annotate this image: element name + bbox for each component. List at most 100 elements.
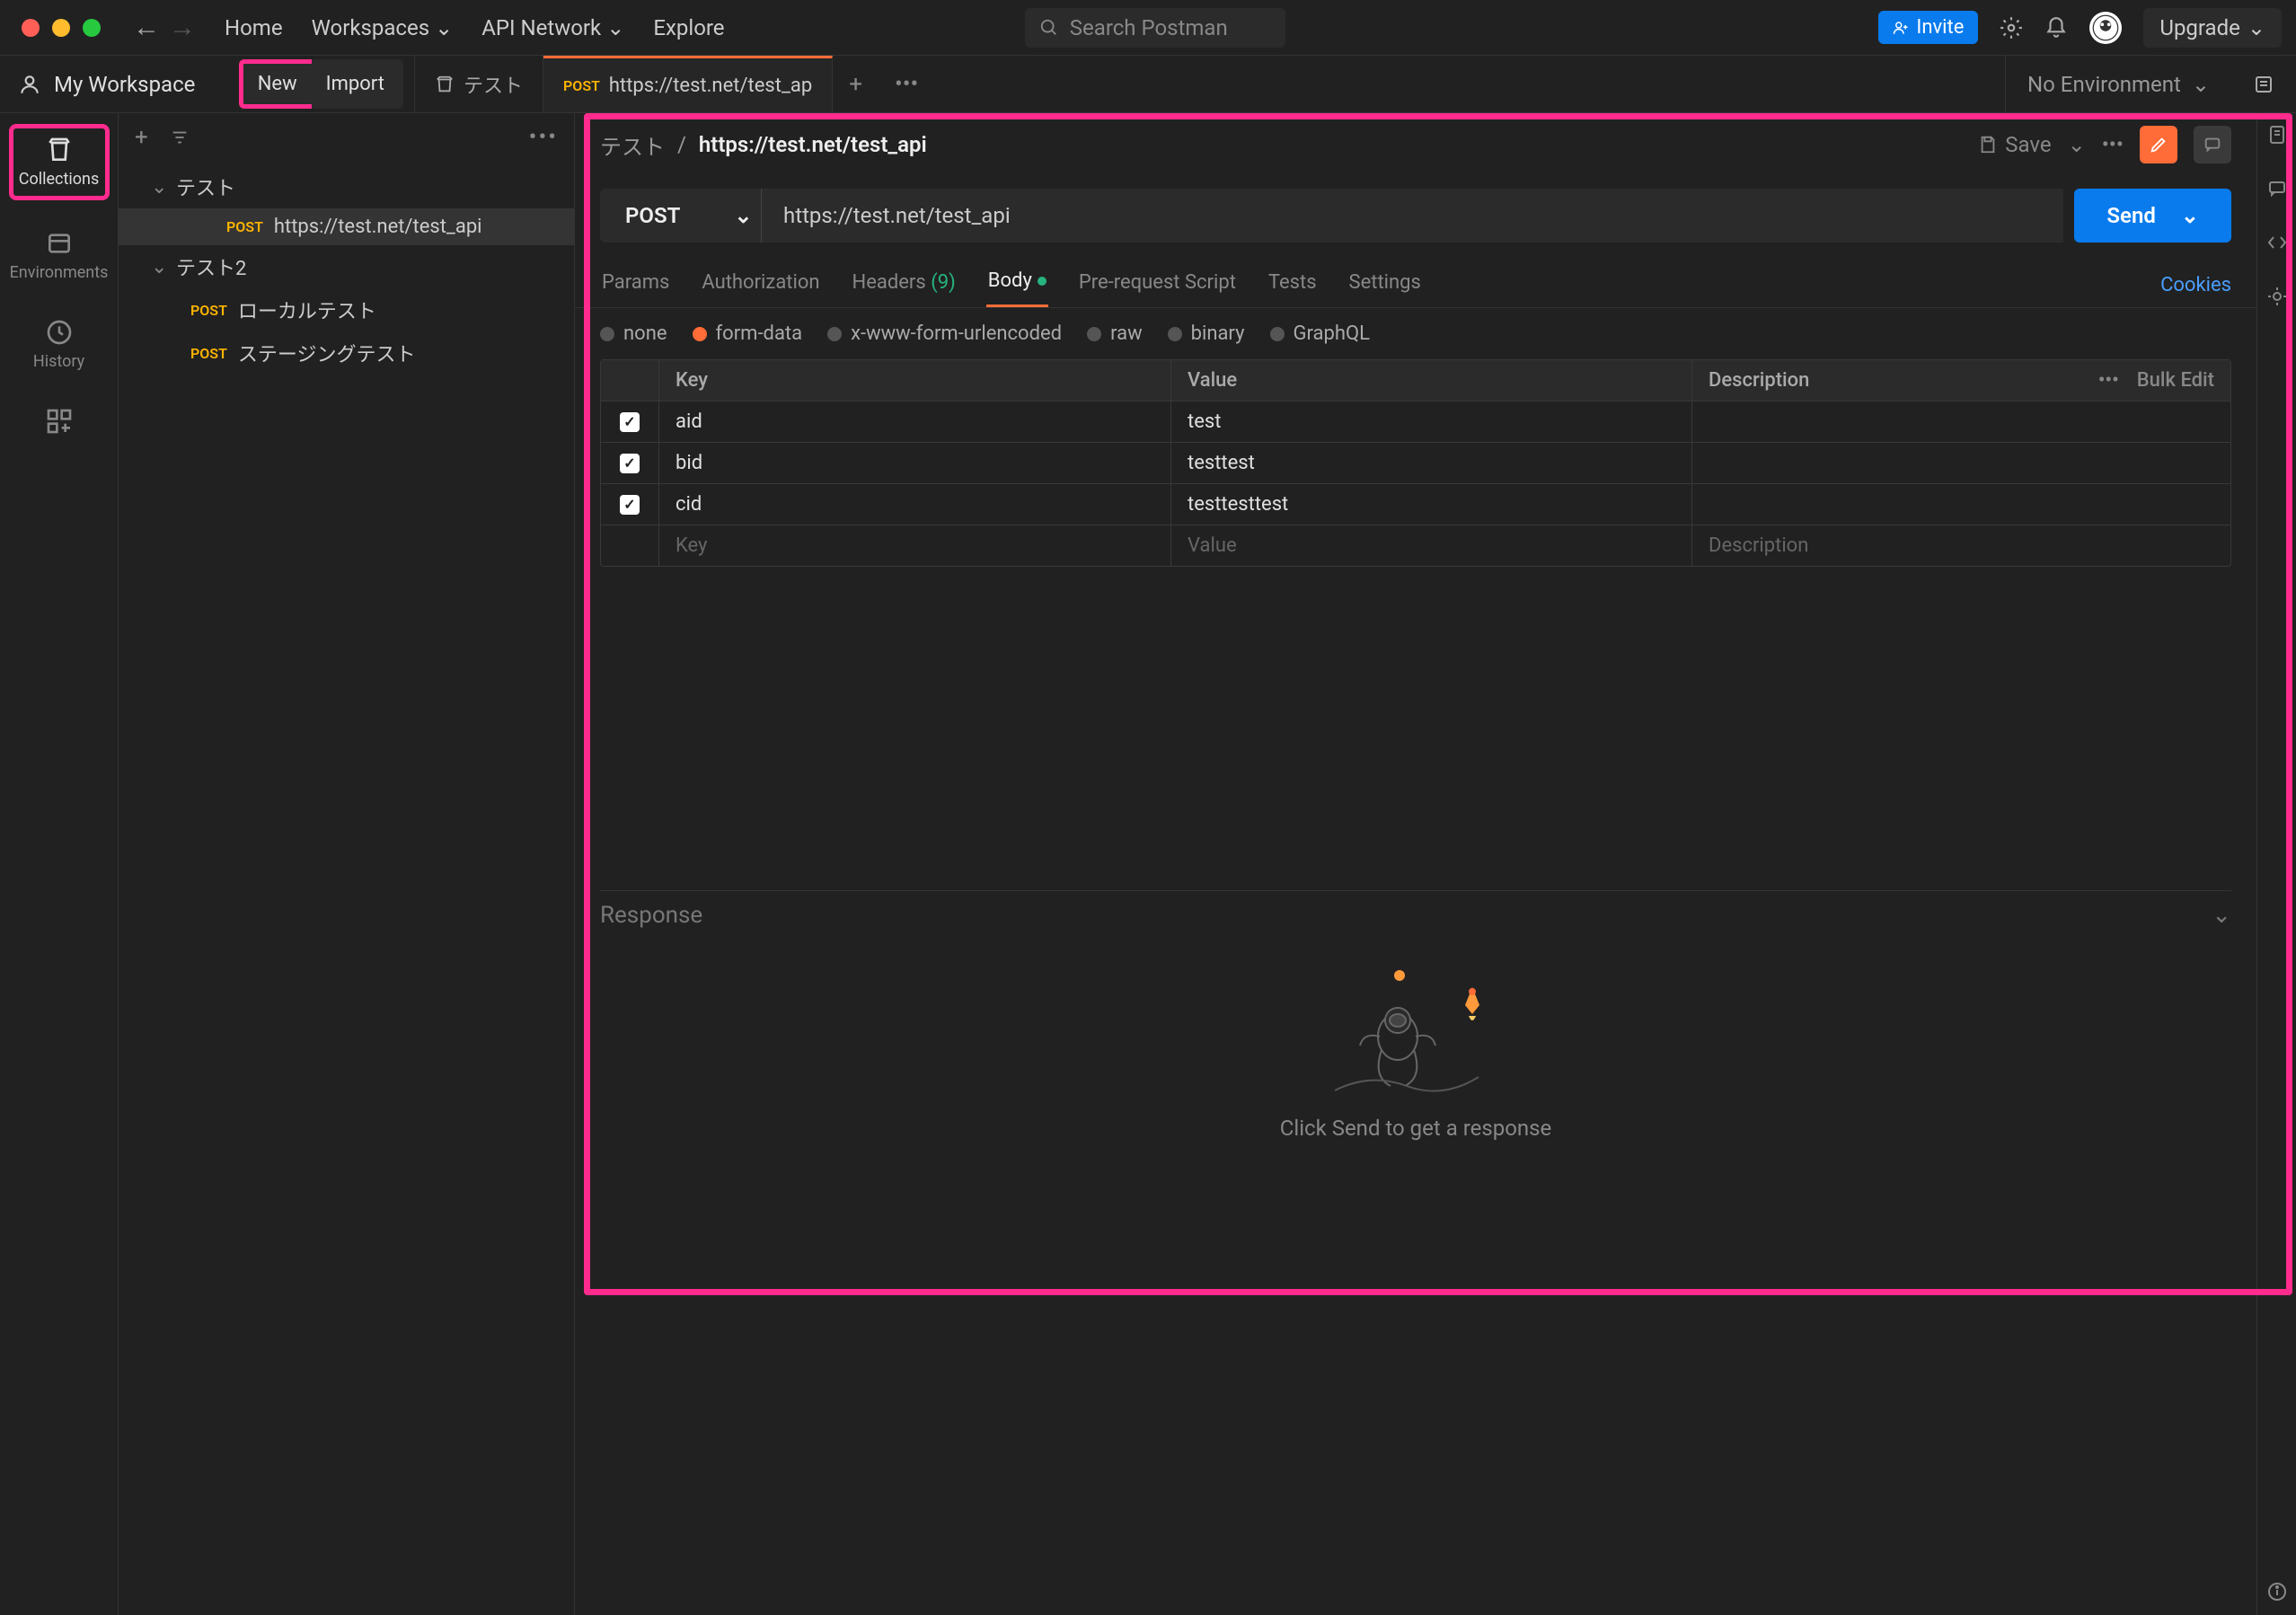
bodytype-raw[interactable]: raw xyxy=(1087,322,1143,345)
rail-environments[interactable]: Environments xyxy=(9,222,110,289)
nav-back-icon[interactable]: ← xyxy=(133,12,160,43)
docs-icon[interactable] xyxy=(2266,124,2288,146)
chevron-down-icon[interactable]: ⌄ xyxy=(2212,902,2231,929)
send-button[interactable]: Send ⌄ xyxy=(2074,189,2231,243)
rail-label: Collections xyxy=(19,170,99,189)
tab-request[interactable]: POST https://test.net/test_ap xyxy=(543,56,833,112)
breadcrumb-sep: / xyxy=(677,132,686,157)
more-actions-icon[interactable]: ••• xyxy=(2102,132,2124,157)
user-avatar[interactable] xyxy=(2089,12,2122,44)
sidebar-more-icon[interactable]: ••• xyxy=(529,124,558,151)
env-quicklook-icon[interactable] xyxy=(2253,74,2274,95)
import-button[interactable]: Import xyxy=(312,59,403,109)
table-row-new: Key Value Description xyxy=(601,525,2230,566)
info-icon[interactable] xyxy=(2266,1581,2288,1602)
cell-key-placeholder[interactable]: Key xyxy=(658,525,1170,566)
invite-button[interactable]: Invite xyxy=(1878,11,1978,44)
tab-headers[interactable]: Headers (9) xyxy=(851,264,958,306)
cell-value[interactable]: testtest xyxy=(1170,443,1691,483)
add-icon[interactable]: + xyxy=(135,124,148,151)
cookies-link[interactable]: Cookies xyxy=(2160,274,2231,296)
rail-label: Environments xyxy=(10,263,109,282)
cell-key[interactable]: aid xyxy=(658,402,1170,442)
breadcrumb-current: https://test.net/test_api xyxy=(699,132,927,157)
new-button[interactable]: New xyxy=(239,59,312,109)
bodytype-graphql[interactable]: GraphQL xyxy=(1270,322,1370,345)
save-button[interactable]: Save xyxy=(1978,132,2051,157)
code-icon[interactable] xyxy=(2266,232,2288,253)
bulk-edit-link[interactable]: Bulk Edit xyxy=(2137,369,2214,392)
nav-workspaces[interactable]: Workspaces ⌄ xyxy=(312,15,454,40)
tab-body[interactable]: Body xyxy=(986,262,1048,307)
rail-collections[interactable]: Collections xyxy=(9,124,110,200)
url-input[interactable]: https://test.net/test_api xyxy=(762,189,2063,243)
collection-item[interactable]: ⌄ テスト2 xyxy=(119,245,574,288)
cell-key[interactable]: cid xyxy=(658,484,1170,525)
request-item[interactable]: POST https://test.net/test_api xyxy=(119,208,574,245)
chevron-down-icon: ⌄ xyxy=(2247,15,2265,40)
request-item[interactable]: POST ローカルテスト xyxy=(119,288,574,331)
filter-icon[interactable] xyxy=(170,128,190,147)
response-label: Response xyxy=(600,902,702,929)
table-row: ✓ aid test xyxy=(601,401,2230,442)
workspace-icon xyxy=(18,73,41,96)
folder-icon xyxy=(435,75,455,94)
request-name: https://test.net/test_api xyxy=(274,216,482,238)
notifications-icon[interactable] xyxy=(2044,16,2068,40)
cell-description[interactable] xyxy=(1691,402,2230,442)
window-maximize[interactable] xyxy=(83,19,101,37)
row-checkbox[interactable]: ✓ xyxy=(620,495,640,515)
bodytype-formdata[interactable]: form-data xyxy=(693,322,803,345)
rail-add[interactable] xyxy=(9,400,110,443)
request-name: ローカルテスト xyxy=(238,296,376,324)
cell-desc-placeholder[interactable]: Description xyxy=(1691,525,2230,566)
tab-add-button[interactable]: + xyxy=(833,71,879,98)
settings-icon[interactable] xyxy=(2000,16,2023,40)
cell-value-placeholder[interactable]: Value xyxy=(1170,525,1691,566)
nav-home[interactable]: Home xyxy=(225,15,283,40)
tab-label: https://test.net/test_ap xyxy=(609,75,812,97)
workspace-name[interactable]: My Workspace xyxy=(54,72,195,97)
tab-tests[interactable]: Tests xyxy=(1267,264,1319,306)
chevron-down-icon: ⌄ xyxy=(151,176,165,199)
bodytype-none[interactable]: none xyxy=(600,322,667,345)
tab-settings[interactable]: Settings xyxy=(1347,264,1423,306)
row-checkbox[interactable]: ✓ xyxy=(620,412,640,432)
save-dropdown-icon[interactable]: ⌄ xyxy=(2068,132,2086,157)
bulb-icon[interactable] xyxy=(2266,286,2288,307)
comments-icon[interactable] xyxy=(2194,126,2231,163)
cell-description[interactable] xyxy=(1691,443,2230,483)
rail-history[interactable]: History xyxy=(9,311,110,378)
tab-params[interactable]: Params xyxy=(600,264,671,306)
tab-prerequest[interactable]: Pre-request Script xyxy=(1077,264,1238,306)
breadcrumb-parent[interactable]: テスト xyxy=(600,129,665,161)
window-minimize[interactable] xyxy=(52,19,70,37)
cell-description[interactable] xyxy=(1691,484,2230,525)
edit-icon[interactable] xyxy=(2140,126,2177,163)
bodytype-xwww[interactable]: x-www-form-urlencoded xyxy=(827,322,1062,345)
nav-api-network[interactable]: API Network ⌄ xyxy=(481,15,624,40)
request-item[interactable]: POST ステージングテスト xyxy=(119,331,574,375)
cell-value[interactable]: testtesttest xyxy=(1170,484,1691,525)
upgrade-button[interactable]: Upgrade ⌄ xyxy=(2143,8,2282,48)
tab-authorization[interactable]: Authorization xyxy=(700,264,821,306)
rail-label: History xyxy=(33,352,84,371)
nav-explore[interactable]: Explore xyxy=(653,15,724,40)
chevron-down-icon: ⌄ xyxy=(2192,72,2210,97)
bodytype-binary[interactable]: binary xyxy=(1168,322,1245,345)
method-label: POST xyxy=(625,203,680,228)
environment-selector[interactable]: No Environment xyxy=(2027,72,2181,97)
method-selector[interactable]: POST ⌄ xyxy=(600,189,762,243)
comments-rail-icon[interactable] xyxy=(2266,178,2288,199)
collection-item[interactable]: ⌄ テスト xyxy=(119,165,574,208)
row-checkbox[interactable]: ✓ xyxy=(620,454,640,473)
window-close[interactable] xyxy=(22,19,40,37)
nav-forward-icon[interactable]: → xyxy=(169,12,196,43)
cell-value[interactable]: test xyxy=(1170,402,1691,442)
tab-more-button[interactable]: ••• xyxy=(879,71,934,98)
global-search[interactable]: Search Postman xyxy=(1025,8,1285,48)
chevron-down-icon: ⌄ xyxy=(2181,203,2199,228)
table-more-icon[interactable]: ••• xyxy=(2098,369,2119,392)
cell-key[interactable]: bid xyxy=(658,443,1170,483)
tab-collection[interactable]: テスト xyxy=(415,56,543,112)
